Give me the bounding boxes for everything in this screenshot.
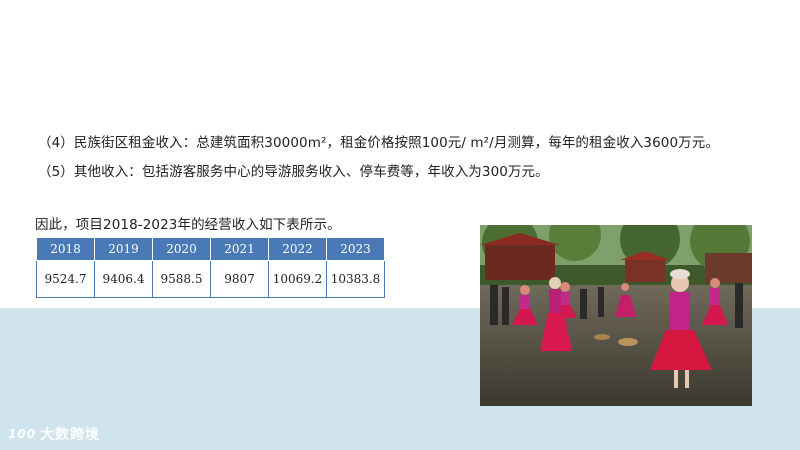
year-header: 2020 — [152, 237, 211, 261]
year-header: 2018 — [36, 237, 95, 261]
revenue-cell: 9807 — [210, 260, 269, 298]
year-header: 2022 — [268, 237, 327, 261]
rent-income-text: （4）民族街区租金收入：总建筑面积30000m²，租金价格按照100元/ m²/… — [38, 135, 719, 151]
revenue-cell: 9406.4 — [94, 260, 153, 298]
watermark-text: 大数跨境 — [40, 427, 101, 443]
other-income-text: （5）其他收入：包括游客服务中心的导游服务收入、停车费等，年收入为300万元。 — [38, 164, 549, 180]
revenue-cell: 10383.8 — [326, 260, 385, 298]
revenue-cell: 10069.2 — [268, 260, 327, 298]
year-header: 2019 — [94, 237, 153, 261]
revenue-cell: 9588.5 — [152, 260, 211, 298]
revenue-cell: 9524.7 — [36, 260, 95, 298]
watermark-logo: 100 大数跨境 — [8, 424, 100, 444]
year-header: 2023 — [326, 237, 385, 261]
table-intro-text: 因此，项目2018-2023年的经营收入如下表所示。 — [35, 217, 341, 233]
table-row: 9524.7 9406.4 9588.5 9807 10069.2 10383.… — [36, 260, 385, 298]
table-header-row: 2018 2019 2020 2021 2022 2023 — [36, 237, 385, 261]
year-header: 2021 — [210, 237, 269, 261]
revenue-table: 2018 2019 2020 2021 2022 2023 9524.7 940… — [36, 237, 385, 298]
ethnic-dance-photo — [480, 225, 752, 406]
logo-mark-icon: 100 — [8, 427, 37, 441]
